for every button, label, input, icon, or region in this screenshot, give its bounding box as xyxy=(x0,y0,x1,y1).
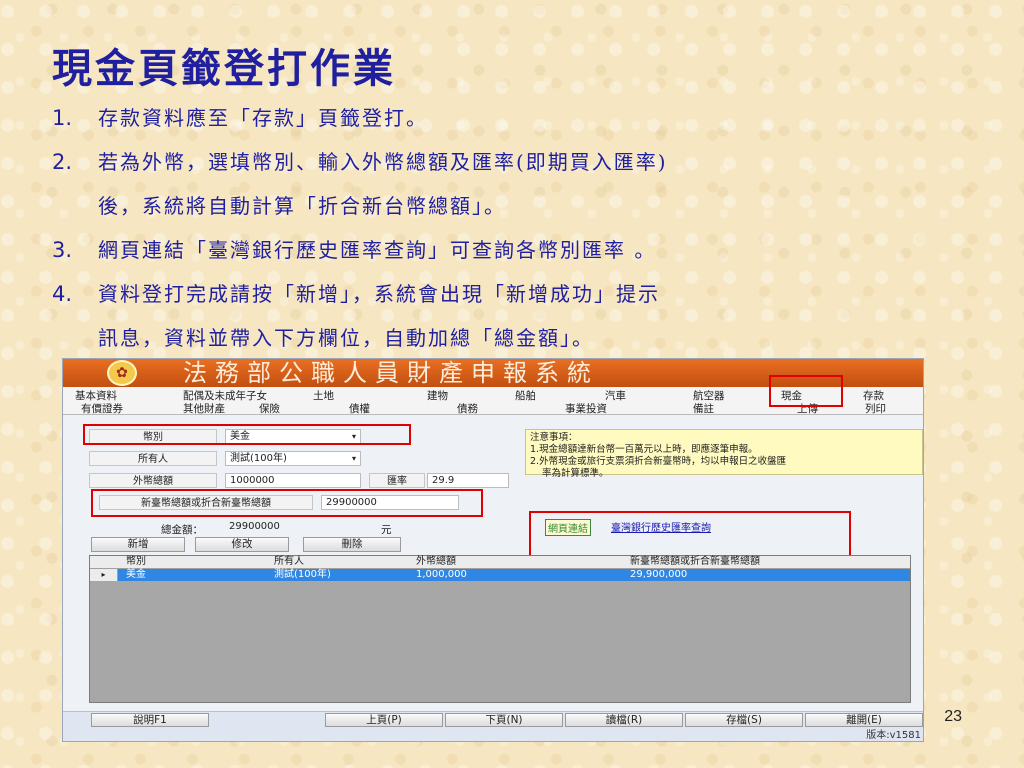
rate-label: 匯率 xyxy=(369,473,425,488)
menu-print[interactable]: 列印 xyxy=(865,401,886,416)
bullet-line: 資料登打完成請按「新增」，系統會出現「新增成功」提示 xyxy=(98,282,660,306)
menu-securities[interactable]: 有價證券 xyxy=(81,401,123,416)
bullet-number: 3. xyxy=(52,238,73,262)
column-header: 新臺幣總額或折合新臺幣總額 xyxy=(630,556,760,567)
add-button[interactable]: 新增 xyxy=(91,537,185,552)
table-row[interactable]: 美金 測試(100年) 1,000,000 29,900,000 xyxy=(90,569,910,581)
save-file-button[interactable]: 存檔(S) xyxy=(685,713,803,727)
bullet-text: 存款資料應至「存款」頁籤登打。 xyxy=(98,106,428,130)
column-header: 幣別 xyxy=(126,556,146,567)
bullet-list: 1. 存款資料應至「存款」頁籤登打。 2. 若為外幣，選填幣別、輸入外幣總額及匯… xyxy=(52,96,952,360)
menu-business-investment[interactable]: 事業投資 xyxy=(565,401,607,416)
notice-item: 1.現金總額達新台幣一百萬元以上時，即應逐筆申報。 xyxy=(530,444,758,455)
next-page-button[interactable]: 下頁(N) xyxy=(445,713,563,727)
app-screenshot: ✿ 法務部公職人員財產申報系統 基本資料 配偶及未成年子女 土地 建物 船舶 汽… xyxy=(62,358,924,742)
chevron-down-icon: ▾ xyxy=(351,454,356,463)
menu-other-property[interactable]: 其他財產 xyxy=(183,401,225,416)
cell-foreign-total: 1,000,000 xyxy=(416,569,467,580)
bullet-number: 4. xyxy=(52,282,73,306)
bullet-number: 1. xyxy=(52,106,73,130)
page-number: 23 xyxy=(944,708,962,725)
column-header: 外幣總額 xyxy=(416,556,456,567)
bullet-2: 2. 若為外幣，選填幣別、輸入外幣總額及匯率(即期買入匯率) 後，系統將自動計算… xyxy=(52,140,952,228)
main-menu: 基本資料 配偶及未成年子女 土地 建物 船舶 汽車 航空器 現金 存款 有價證券… xyxy=(63,375,923,416)
grand-total-unit: 元 xyxy=(381,524,392,536)
grand-total-value: 29900000 xyxy=(229,521,280,532)
menu-building[interactable]: 建物 xyxy=(427,388,448,403)
prev-page-button[interactable]: 上頁(P) xyxy=(325,713,443,727)
notice-box: 注意事項： 1.現金總額達新台幣一百萬元以上時，即應逐筆申報。 2.外幣現金或旅… xyxy=(525,429,923,479)
bullet-1: 1. 存款資料應至「存款」頁籤登打。 xyxy=(52,96,952,140)
cell-currency: 美金 xyxy=(126,569,146,580)
menu-debts[interactable]: 債務 xyxy=(457,401,478,416)
notice-item: 2.外幣現金或旅行支票須折合新臺幣時，均以申報日之收盤匯 xyxy=(530,456,787,467)
cash-records-grid: 幣別 所有人 外幣總額 新臺幣總額或折合新臺幣總額 美金 測試(100年) 1,… xyxy=(89,555,911,703)
load-file-button[interactable]: 讀檔(R) xyxy=(565,713,683,727)
bullet-line: 後，系統將自動計算「折合新台幣總額」。 xyxy=(98,194,506,218)
highlight-cash-tab xyxy=(769,375,843,407)
menu-ship[interactable]: 船舶 xyxy=(515,388,536,403)
exit-button[interactable]: 離開(E) xyxy=(805,713,923,727)
bullet-text: 網頁連結「臺灣銀行歷史匯率查詢」可查詢各幣別匯率 。 xyxy=(98,238,657,262)
owner-select[interactable]: 測試(100年) ▾ xyxy=(225,451,361,466)
help-button[interactable]: 說明F1 xyxy=(91,713,209,727)
grand-total-label: 總金額： xyxy=(161,524,203,536)
rate-input[interactable]: 29.9 xyxy=(427,473,509,488)
slide-title: 現金頁籤登打作業 xyxy=(52,45,396,92)
highlight-currency xyxy=(83,424,411,445)
status-bar: 說明F1 上頁(P) 下頁(N) 讀檔(R) 存檔(S) 離開(E) 版本:v1… xyxy=(63,711,923,741)
menu-land[interactable]: 土地 xyxy=(313,388,334,403)
owner-value: 測試(100年) xyxy=(230,453,287,464)
highlight-twd-total xyxy=(91,489,483,517)
cell-twd-total: 29,900,000 xyxy=(630,569,688,580)
bullet-3: 3. 網頁連結「臺灣銀行歷史匯率查詢」可查詢各幣別匯率 。 xyxy=(52,228,952,272)
menu-car[interactable]: 汽車 xyxy=(605,388,626,403)
foreign-total-label: 外幣總額 xyxy=(89,473,217,488)
menu-insurance[interactable]: 保險 xyxy=(259,401,280,416)
owner-label: 所有人 xyxy=(89,451,217,466)
notice-item: 率為計算標準。 xyxy=(542,468,609,479)
bullet-number: 2. xyxy=(52,150,73,174)
bullet-text: 若為外幣，選填幣別、輸入外幣總額及匯率(即期買入匯率) 後，系統將自動計算「折合… xyxy=(98,140,952,228)
cell-owner: 測試(100年) xyxy=(274,569,331,580)
emblem-icon: ✿ xyxy=(107,360,137,386)
highlight-rate-link xyxy=(529,511,851,561)
bullet-4: 4. 資料登打完成請按「新增」，系統會出現「新增成功」提示 訊息，資料並帶入下方… xyxy=(52,272,952,360)
row-selector-icon[interactable]: ▸ xyxy=(90,569,118,581)
foreign-total-input[interactable]: 1000000 xyxy=(225,473,361,488)
grid-header: 幣別 所有人 外幣總額 新臺幣總額或折合新臺幣總額 xyxy=(90,556,910,569)
delete-button[interactable]: 刪除 xyxy=(303,537,401,552)
column-header: 所有人 xyxy=(274,556,304,567)
menu-remarks[interactable]: 備註 xyxy=(693,401,714,416)
cash-form: 幣別 美金 ▾ 所有人 測試(100年) ▾ 外幣總額 1000000 匯率 2… xyxy=(63,415,923,561)
bullet-text: 資料登打完成請按「新增」，系統會出現「新增成功」提示 訊息，資料並帶入下方欄位，… xyxy=(98,272,952,360)
version-label: 版本:v1581 xyxy=(866,730,921,741)
menu-claims[interactable]: 債權 xyxy=(349,401,370,416)
edit-button[interactable]: 修改 xyxy=(195,537,289,552)
app-banner-title: 法務部公職人員財產申報系統 xyxy=(183,359,599,387)
notice-title: 注意事項： xyxy=(530,432,578,443)
bullet-line: 若為外幣，選填幣別、輸入外幣總額及匯率(即期買入匯率) xyxy=(98,150,668,174)
bullet-line: 訊息，資料並帶入下方欄位，自動加總「總金額」。 xyxy=(98,326,594,350)
